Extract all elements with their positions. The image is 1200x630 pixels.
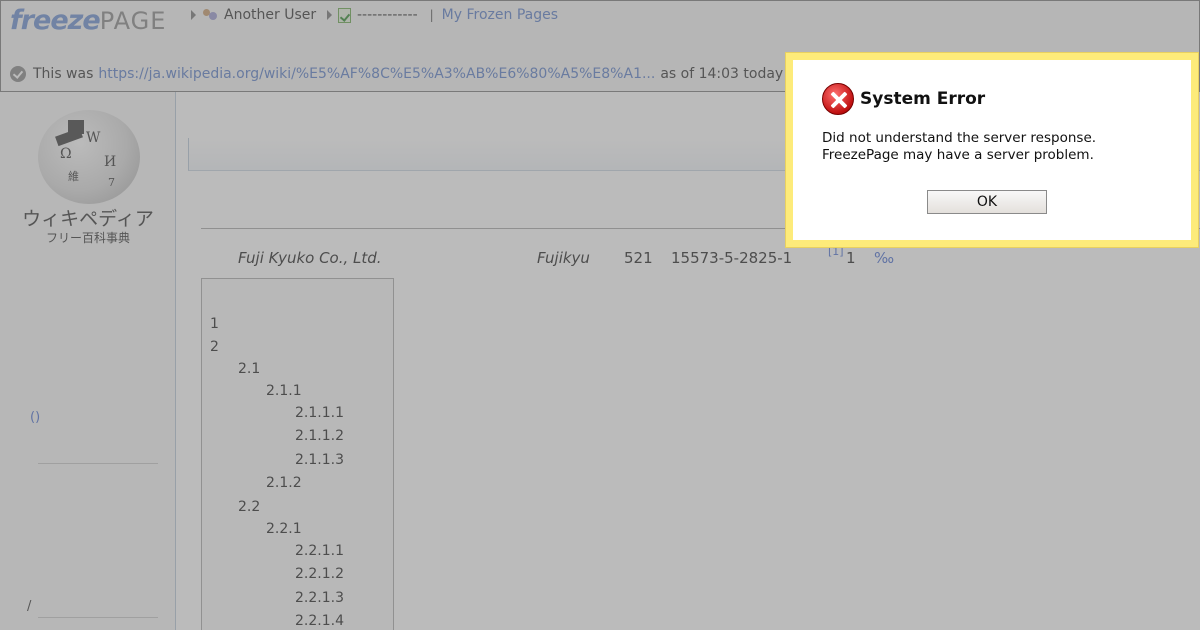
dialog-title: System Error bbox=[860, 89, 986, 109]
dialog-message-line-2: FreezePage may have a server problem. bbox=[822, 147, 1094, 163]
system-error-dialog: System Error Did not understand the serv… bbox=[786, 53, 1198, 247]
dialog-message-line-1: Did not understand the server response. bbox=[822, 130, 1097, 146]
dialog-message: Did not understand the server response. … bbox=[822, 130, 1182, 164]
error-icon bbox=[822, 83, 854, 115]
ok-button[interactable]: OK bbox=[927, 190, 1047, 214]
